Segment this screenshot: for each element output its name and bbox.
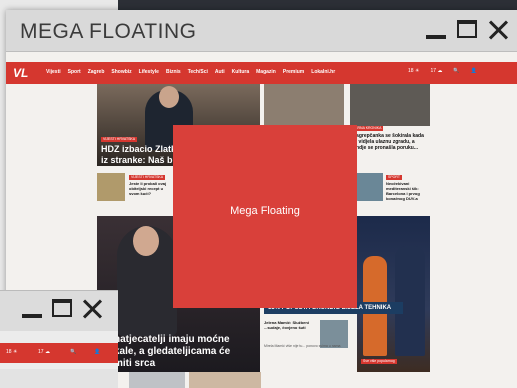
site-logo[interactable]: VL <box>13 66 28 80</box>
article-tag: VIJESTI HRVATSKA <box>129 175 166 180</box>
hero-face <box>159 86 179 108</box>
site-navbar: VL Vijesti Sport Zagreb Showbiz Lifestyl… <box>6 62 517 84</box>
mega-floating-panel[interactable]: Mega Floating <box>173 125 357 308</box>
weather-item[interactable]: 18 ☀ <box>408 68 419 74</box>
article-tag: CRNA KRONIKA <box>353 126 384 131</box>
mini-window-titlebar[interactable] <box>0 291 118 331</box>
weather-item[interactable]: 18 ☀ <box>6 349 17 355</box>
nav-item[interactable]: Kultura <box>232 69 250 75</box>
search-icon[interactable]: 🔍 <box>70 349 76 355</box>
nav-item[interactable]: Vijesti <box>46 69 61 75</box>
maximize-button[interactable] <box>50 297 76 321</box>
mini-site-navbar: 18 ☀ 17 ☁ 🔍 👤 <box>0 343 118 363</box>
feature-face <box>133 226 159 256</box>
window-titlebar[interactable]: MEGA FLOATING <box>6 10 517 52</box>
window-title: MEGA FLOATING <box>20 20 197 43</box>
feature-headline[interactable]: miti srca <box>114 358 155 369</box>
performer-right <box>395 246 425 356</box>
article-tag: SPORT <box>386 175 402 180</box>
minimize-icon <box>426 35 446 39</box>
close-button[interactable] <box>80 297 106 321</box>
feature-headline[interactable]: kale, a gledateljicama će <box>114 346 230 357</box>
nav-item[interactable]: Lifestyle <box>139 69 159 75</box>
feature-headline[interactable]: natjecatelji imaju moćne <box>114 334 230 345</box>
user-icon[interactable]: 👤 <box>94 349 100 355</box>
article-image[interactable] <box>264 84 344 126</box>
nav-right: 18 ☀ 17 ☁ 🔍 👤 <box>408 68 477 74</box>
article-headline[interactable]: Neočekivani mediteranski šik: Barcelona … <box>386 181 430 205</box>
search-icon[interactable]: 🔍 <box>453 68 459 74</box>
nav-menu: Vijesti Sport Zagreb Showbiz Lifestyle B… <box>46 69 335 75</box>
weather-item[interactable]: 17 ☁ <box>430 68 442 74</box>
article-image[interactable] <box>355 173 383 201</box>
weather-item[interactable]: 17 ☁ <box>38 349 50 355</box>
close-button[interactable] <box>486 18 512 42</box>
article-headline[interactable]: Jelena Mamić: Službeni ...sudaje, čovjen… <box>264 320 318 338</box>
nav-item[interactable]: Auti <box>215 69 225 75</box>
product-image[interactable] <box>189 372 261 388</box>
nav-item[interactable]: Premium <box>283 69 304 75</box>
article-headline[interactable]: Jeste li probali ovaj obiteljski recept … <box>129 181 173 205</box>
performers-image[interactable] <box>357 216 430 372</box>
user-icon[interactable]: 👤 <box>471 68 477 74</box>
minimize-icon <box>22 314 42 318</box>
nav-item[interactable]: Magazin <box>256 69 276 75</box>
mini-window: 18 ☀ 17 ☁ 🔍 👤 <box>0 290 118 388</box>
maximize-icon <box>457 20 477 38</box>
nav-item[interactable]: Biznis <box>166 69 181 75</box>
appliance-image[interactable] <box>129 372 185 388</box>
panel-label: Mega Floating <box>230 205 300 217</box>
hero-tag: VIJESTI HRVATSKA <box>101 137 138 142</box>
maximize-button[interactable] <box>455 18 481 42</box>
minimize-button[interactable] <box>424 18 450 42</box>
article-tag: Sve više popularnog <box>361 359 397 364</box>
article-image[interactable] <box>97 173 125 201</box>
hero-headline[interactable]: HDZ izbacio Zlatka <box>101 144 181 154</box>
article-snippet: Mirela Mamić više nije tu... ponovo svim… <box>264 344 341 348</box>
nav-item[interactable]: Showbiz <box>111 69 131 75</box>
nav-item[interactable]: Sport <box>68 69 81 75</box>
nav-item[interactable]: Tech/Sci <box>188 69 208 75</box>
minimize-button[interactable] <box>20 297 46 321</box>
article-image[interactable] <box>350 84 430 126</box>
nav-item[interactable]: Zagreb <box>88 69 105 75</box>
maximize-icon <box>52 299 72 317</box>
mini-content <box>0 369 118 388</box>
article-headline[interactable]: Zagrepčanka se šokirala kada je vidjela … <box>353 133 429 151</box>
nav-item[interactable]: Lokalni.hr <box>311 69 335 75</box>
